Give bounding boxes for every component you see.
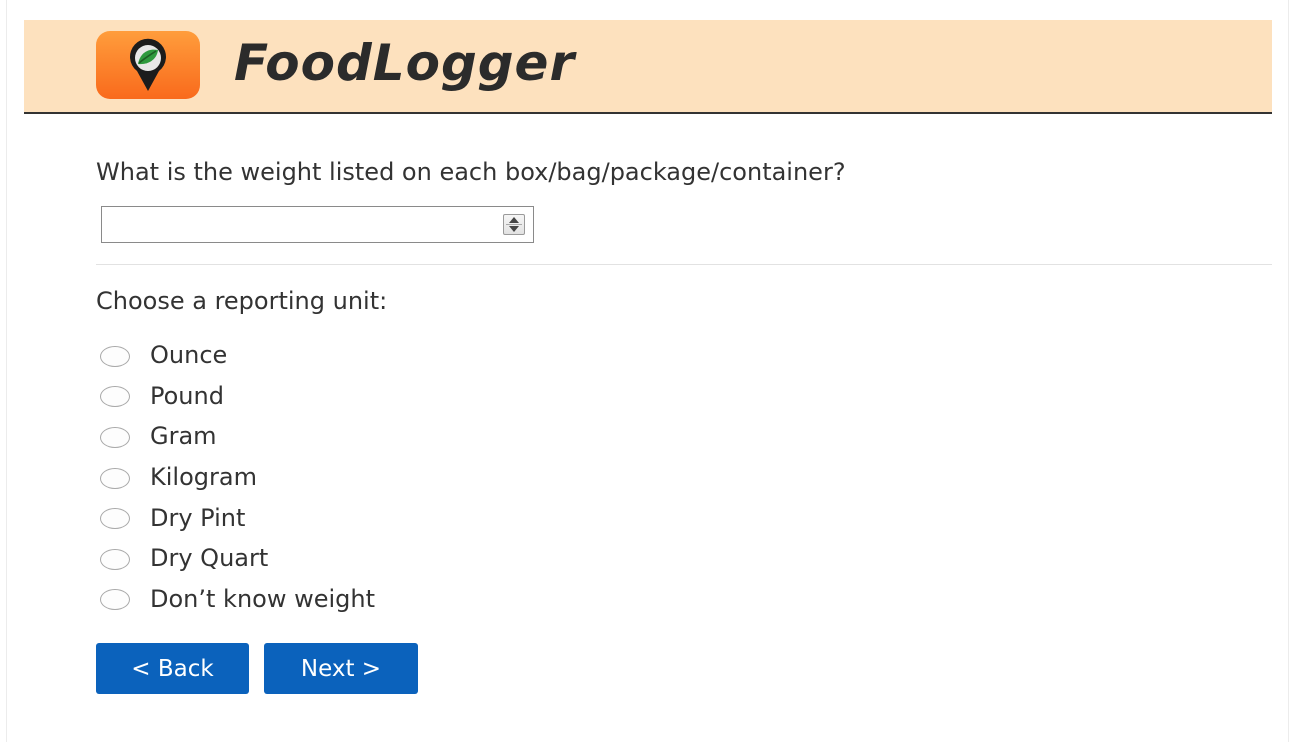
radio-label: Dry Quart — [150, 544, 269, 573]
radio-label: Don’t know weight — [150, 584, 376, 613]
radio-option-dry-quart[interactable]: Dry Quart — [100, 539, 375, 580]
weight-number-field[interactable] — [101, 206, 534, 243]
radio-option-gram[interactable]: Gram — [100, 417, 375, 458]
spinner-divider — [506, 224, 522, 225]
next-button[interactable]: Next > — [264, 643, 418, 694]
radio-button[interactable] — [100, 589, 130, 611]
app-header: FoodLogger — [24, 20, 1272, 114]
radio-button[interactable] — [100, 508, 130, 530]
radio-option-pound[interactable]: Pound — [100, 377, 375, 418]
radio-button[interactable] — [100, 467, 130, 489]
spin-down-arrow-icon[interactable] — [509, 226, 519, 232]
weight-input[interactable] — [102, 207, 508, 242]
unit-prompt-label: Choose a reporting unit: — [96, 287, 388, 315]
radio-button[interactable] — [100, 345, 130, 367]
radio-label: Ounce — [150, 341, 228, 370]
number-spinner[interactable] — [503, 214, 525, 235]
radio-button[interactable] — [100, 386, 130, 408]
unit-radio-group: Ounce Pound Gram Kilogram Dry Pint Dry Q… — [100, 336, 375, 620]
radio-label: Dry Pint — [150, 503, 246, 532]
brand-title: FoodLogger — [234, 34, 576, 92]
back-button[interactable]: < Back — [96, 643, 249, 694]
radio-option-ounce[interactable]: Ounce — [100, 336, 375, 377]
radio-option-dont-know[interactable]: Don’t know weight — [100, 580, 375, 621]
radio-option-kilogram[interactable]: Kilogram — [100, 458, 375, 499]
radio-label: Pound — [150, 381, 224, 410]
map-pin-leaf-icon — [96, 31, 200, 99]
radio-option-dry-pint[interactable]: Dry Pint — [100, 498, 375, 539]
section-divider — [96, 264, 1272, 265]
radio-label: Gram — [150, 422, 217, 451]
weight-question-label: What is the weight listed on each box/ba… — [96, 158, 846, 186]
radio-button[interactable] — [100, 548, 130, 570]
radio-button[interactable] — [100, 426, 130, 448]
spin-up-arrow-icon[interactable] — [509, 217, 519, 223]
radio-label: Kilogram — [150, 463, 257, 492]
